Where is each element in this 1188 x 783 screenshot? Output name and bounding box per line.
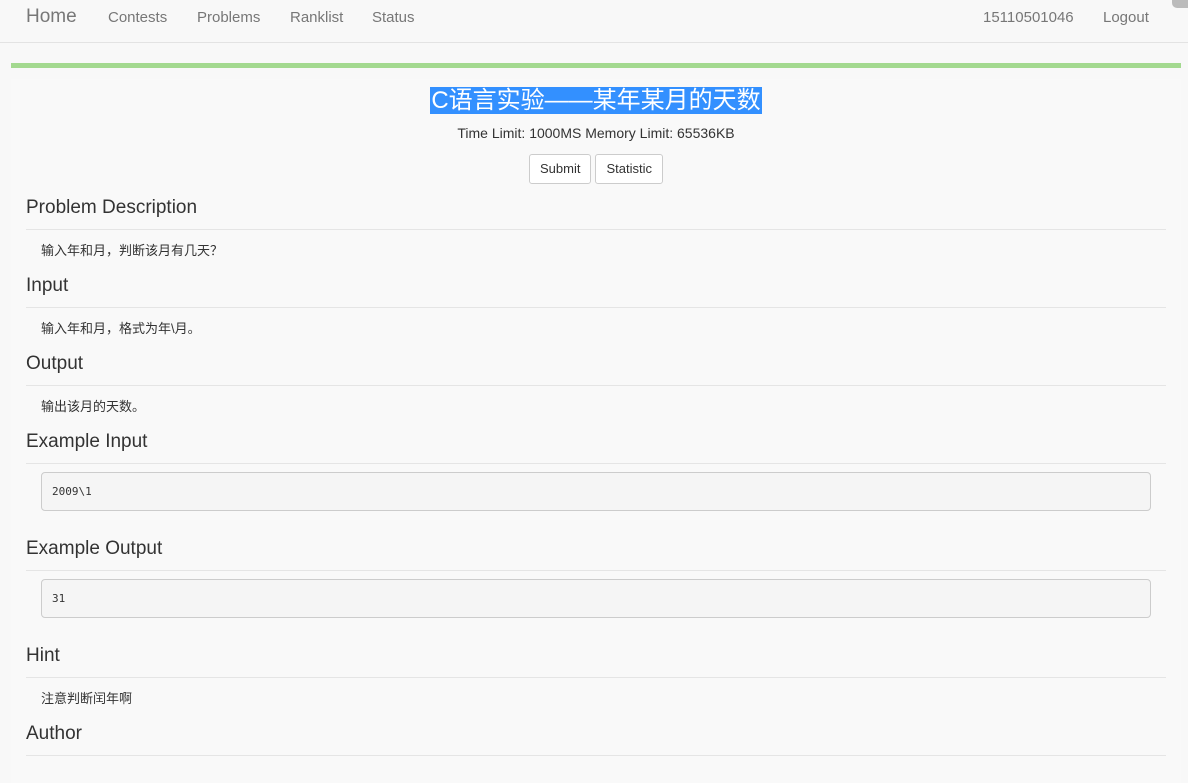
scrollbar-thumb[interactable] xyxy=(1172,0,1188,8)
problem-actions: Submit Statistic xyxy=(11,154,1181,184)
top-navbar: Home Contests Problems Ranklist Status 1… xyxy=(0,0,1188,43)
nav-home-link[interactable]: Home xyxy=(26,6,77,28)
section-heading-example-input: Example Input xyxy=(26,430,1166,464)
section-text-output: 输出该月的天数。 xyxy=(41,399,146,414)
problem-panel: C语言实验——某年某月的天数 Time Limit: 1000MS Memory… xyxy=(11,79,1181,783)
statistic-button[interactable]: Statistic xyxy=(595,154,663,184)
example-input-code: 2009\1 xyxy=(41,472,1151,511)
section-heading-author: Author xyxy=(26,722,1166,756)
problem-limits: Time Limit: 1000MS Memory Limit: 65536KB xyxy=(457,125,735,141)
section-heading-hint: Hint xyxy=(26,644,1166,678)
nav-contests-link[interactable]: Contests xyxy=(108,9,167,26)
problem-title-text: C语言实验——某年某月的天数 xyxy=(430,87,762,114)
accent-bar xyxy=(11,63,1181,68)
section-text-description: 输入年和月，判断该月有几天？ xyxy=(41,243,224,258)
section-heading-output: Output xyxy=(26,352,1166,386)
nav-problems-link[interactable]: Problems xyxy=(197,9,260,26)
example-output-code: 31 xyxy=(41,579,1151,618)
nav-status-link[interactable]: Status xyxy=(372,9,415,26)
section-heading-description: Problem Description xyxy=(26,196,1166,230)
nav-ranklist-link[interactable]: Ranklist xyxy=(290,9,343,26)
nav-logout-link[interactable]: Logout xyxy=(1103,9,1149,26)
nav-user-link[interactable]: 15110501046 xyxy=(983,9,1074,26)
section-heading-input: Input xyxy=(26,274,1166,308)
problem-title: C语言实验——某年某月的天数 xyxy=(11,86,1181,116)
submit-button[interactable]: Submit xyxy=(529,154,592,184)
section-text-hint: 注意判断闰年啊 xyxy=(41,691,133,706)
section-text-input: 输入年和月，格式为年\月。 xyxy=(41,321,201,336)
section-heading-example-output: Example Output xyxy=(26,537,1166,571)
